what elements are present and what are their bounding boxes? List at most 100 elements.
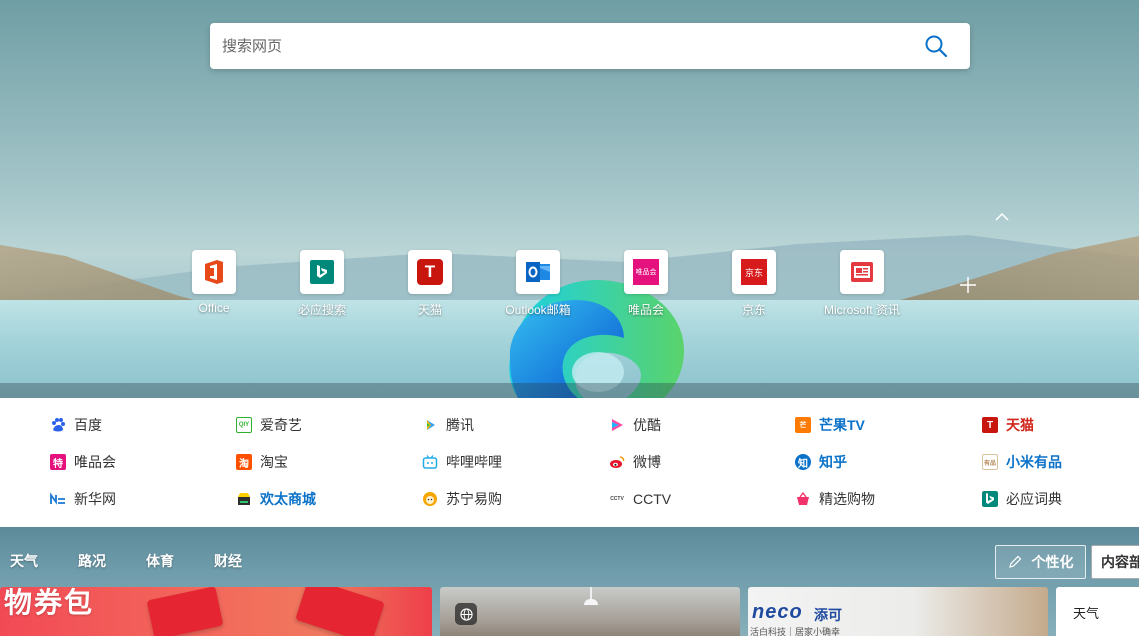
vipshop-icon-glyph: 唯品会 — [633, 259, 659, 285]
shopping-basket-icon — [797, 491, 809, 505]
weather-card-title: 天气 — [1073, 606, 1100, 621]
personalize-button[interactable]: 个性化 — [995, 545, 1086, 579]
site-link-label: 小米有品 — [1006, 454, 1062, 470]
globe-icon — [455, 603, 477, 625]
news-card-neco[interactable]: neco 添可 活白科技｜居家小确幸 — [748, 587, 1048, 636]
site-link-baidu[interactable]: 百度 — [50, 415, 102, 435]
site-link-label: 唯品会 — [74, 454, 116, 470]
bing-icon — [300, 250, 344, 294]
quick-link-vipshop[interactable]: 唯品会 唯品会 — [592, 250, 700, 318]
bilibili-tv-icon — [422, 455, 438, 469]
huantai-store-icon — [238, 493, 250, 505]
neco-brand-cn: 添可 — [814, 607, 842, 623]
vipshop-small-icon: 特 — [50, 454, 66, 470]
quick-link-label: Office — [198, 301, 230, 315]
site-link-vipshop[interactable]: 特 唯品会 — [50, 452, 116, 472]
outlook-icon — [516, 250, 560, 294]
site-link-iqiyi[interactable]: QIY 爱奇艺 — [236, 415, 302, 435]
news-card-coupon[interactable]: 物券包 — [0, 587, 432, 636]
quick-link-label: 京东 — [741, 303, 766, 317]
quick-link-label: 天猫 — [417, 303, 442, 317]
quick-link-label: Outlook邮箱 — [505, 303, 571, 317]
red-envelope-graphic — [146, 587, 224, 636]
tab-sports[interactable]: 体育 — [136, 545, 184, 577]
quick-link-msn[interactable]: Microsoft 资讯 — [808, 250, 916, 318]
site-link-zhihu[interactable]: 知 知乎 — [795, 452, 847, 472]
tmall-icon-glyph: T — [417, 259, 443, 285]
site-links-panel: 百度 QIY 爱奇艺 腾讯 优酷 芒 芒果TV T 天猫 特 唯品会 淘 淘宝 … — [0, 398, 1139, 527]
site-link-label: 芒果TV — [819, 417, 865, 433]
site-link-tmall[interactable]: T 天猫 — [982, 415, 1034, 435]
site-link-taobao[interactable]: 淘 淘宝 — [236, 452, 288, 472]
site-link-xiaomi-youpin[interactable]: 有品 小米有品 — [982, 452, 1062, 472]
site-link-label: CCTV — [633, 491, 672, 507]
cctv-icon: CCTV — [610, 496, 624, 502]
youku-icon — [612, 419, 623, 431]
search-input[interactable] — [222, 23, 902, 69]
site-link-label: 必应词典 — [1006, 491, 1062, 507]
site-link-weibo[interactable]: 微博 — [609, 452, 661, 472]
xiaomi-youpin-icon: 有品 — [982, 454, 998, 470]
content-label: 内容部 — [1101, 554, 1139, 570]
site-link-cctv[interactable]: CCTV CCTV — [609, 489, 671, 509]
quick-link-label: Microsoft 资讯 — [823, 303, 900, 317]
news-card-interior[interactable] — [440, 587, 740, 636]
baidu-paw-icon — [52, 418, 65, 432]
red-envelope-graphic — [295, 587, 385, 636]
site-link-bilibili[interactable]: 哔哩哔哩 — [422, 452, 502, 472]
tmall-icon: T — [408, 250, 452, 294]
content-button[interactable]: 内容部 — [1091, 545, 1139, 579]
site-link-label: 百度 — [74, 417, 102, 433]
site-link-huantai[interactable]: 欢太商城 — [236, 489, 316, 509]
iqiyi-icon: QIY — [236, 417, 252, 433]
site-link-xinhua[interactable]: 新华网 — [50, 489, 116, 509]
quick-link-label: 唯品会 — [627, 303, 664, 317]
add-quick-link-plus-icon[interactable] — [955, 272, 981, 298]
news-category-nav: 天气 路况 体育 财经 — [0, 545, 272, 577]
site-link-jingxuan[interactable]: 精选购物 — [795, 489, 875, 509]
vipshop-icon: 唯品会 — [624, 250, 668, 294]
site-link-label: 欢太商城 — [260, 491, 316, 507]
chevron-up-icon[interactable] — [993, 210, 1011, 224]
site-link-tencent[interactable]: 腾讯 — [422, 415, 474, 435]
search-box — [210, 23, 970, 69]
site-link-label: 微博 — [633, 454, 661, 470]
site-link-label: 哔哩哔哩 — [446, 454, 502, 470]
quick-link-jd[interactable]: 京东 京东 — [700, 250, 808, 318]
quick-link-bing[interactable]: 必应搜索 — [268, 250, 376, 318]
weather-card[interactable]: 天气 — [1056, 587, 1139, 636]
office-icon — [192, 250, 236, 294]
card-headline: 物券包 — [4, 587, 95, 618]
site-link-label: 爱奇艺 — [260, 417, 302, 433]
pencil-icon — [1008, 555, 1021, 568]
weibo-icon — [610, 456, 625, 468]
site-link-label: 知乎 — [819, 454, 847, 470]
site-link-mangotv[interactable]: 芒 芒果TV — [795, 415, 865, 435]
msn-icon — [840, 250, 884, 294]
site-link-youku[interactable]: 优酷 — [609, 415, 661, 435]
zhihu-icon: 知 — [795, 454, 811, 470]
tab-traffic[interactable]: 路况 — [68, 545, 116, 577]
search-icon[interactable] — [924, 34, 948, 58]
personalize-label: 个性化 — [1031, 554, 1074, 570]
ceiling-lamp-graphic — [584, 599, 598, 605]
quick-link-office[interactable]: Office — [160, 250, 268, 315]
taobao-icon: 淘 — [236, 454, 252, 470]
bing-dict-icon — [982, 491, 998, 507]
suning-lion-icon — [423, 492, 437, 506]
quick-link-outlook[interactable]: Outlook邮箱 — [484, 250, 592, 318]
site-link-label: 苏宁易购 — [446, 491, 502, 507]
site-link-bing-dict[interactable]: 必应词典 — [982, 489, 1062, 509]
site-link-label: 新华网 — [74, 491, 116, 507]
lake-strip — [0, 383, 1139, 398]
site-link-suning[interactable]: 苏宁易购 — [422, 489, 502, 509]
quick-link-tmall[interactable]: T 天猫 — [376, 250, 484, 318]
tencent-video-icon — [427, 420, 435, 430]
jd-icon-glyph: 京东 — [741, 259, 767, 285]
site-link-label: 腾讯 — [446, 417, 474, 433]
tab-finance[interactable]: 财经 — [204, 545, 252, 577]
site-link-label: 淘宝 — [260, 454, 288, 470]
neco-brand: neco — [752, 601, 803, 623]
xinhua-icon — [50, 492, 65, 505]
tab-weather[interactable]: 天气 — [0, 545, 48, 577]
